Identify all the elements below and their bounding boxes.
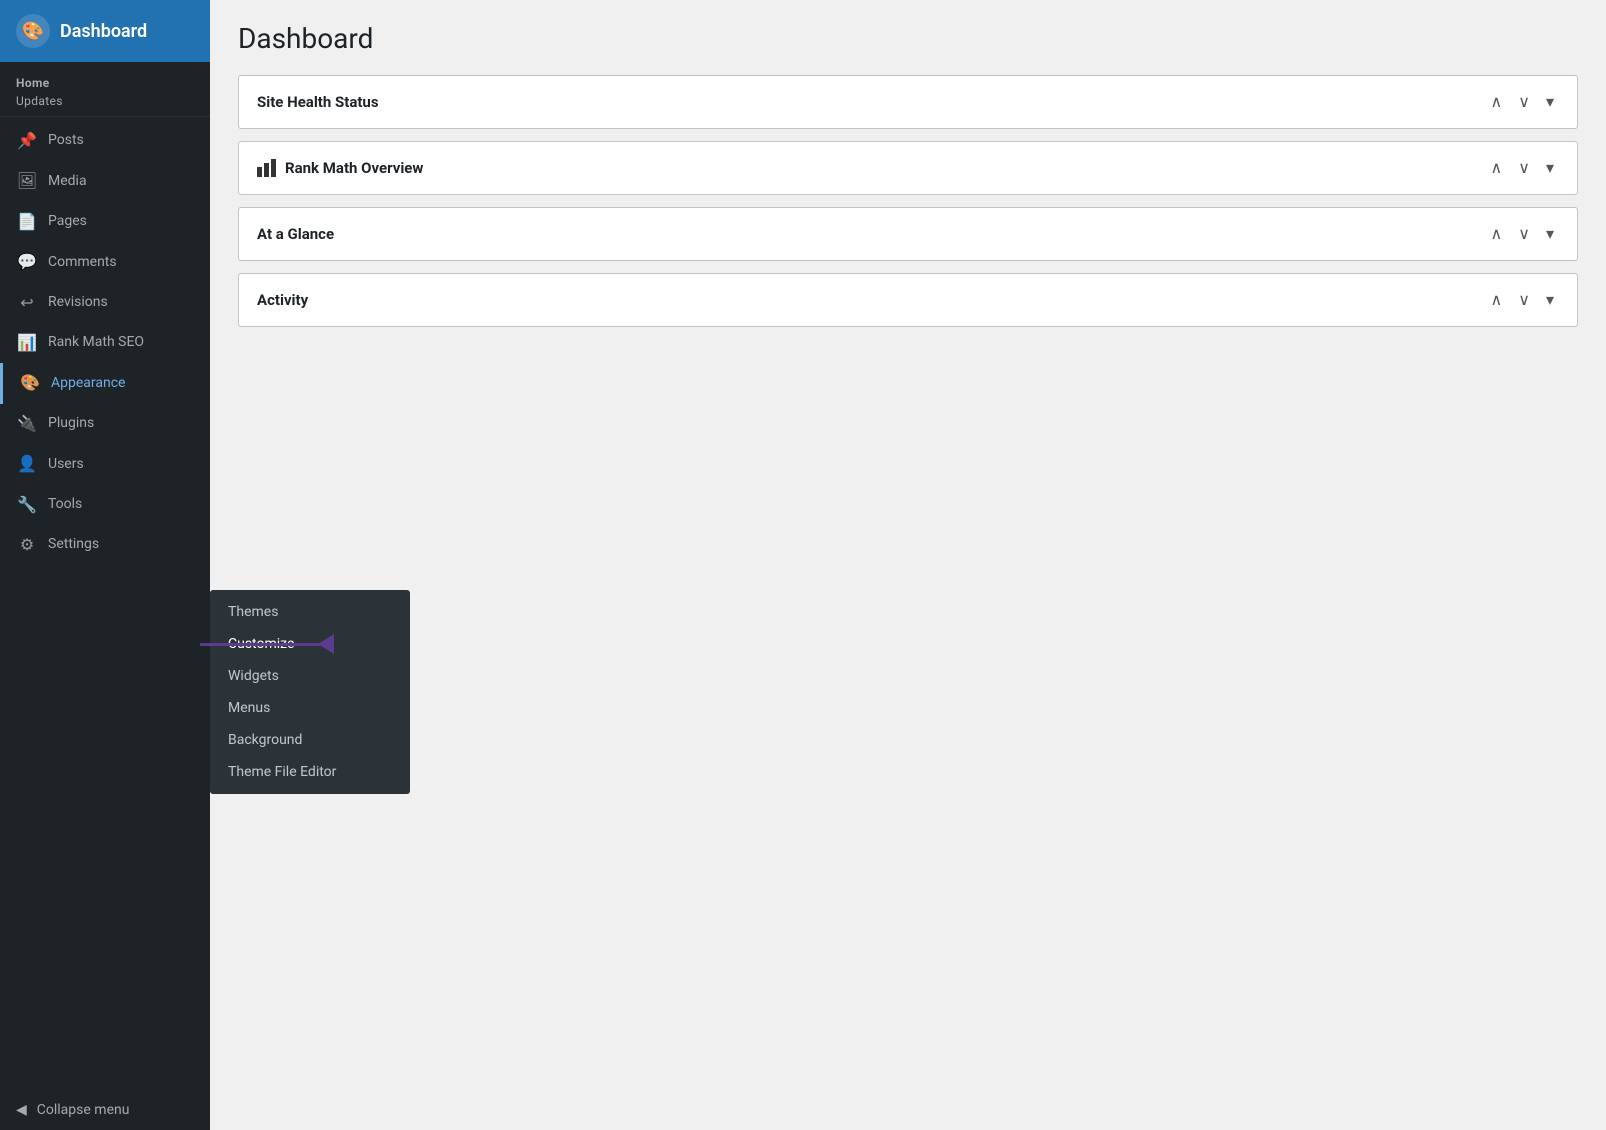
- submenu-item-customize[interactable]: Customize: [210, 628, 410, 660]
- submenu-item-background[interactable]: Background: [210, 724, 410, 756]
- sidebar-header[interactable]: 🎨 Dashboard: [0, 0, 210, 62]
- sidebar-item-users[interactable]: 👤 Users: [0, 444, 210, 484]
- collapse-menu[interactable]: ◀ Collapse menu: [0, 1090, 210, 1130]
- widget-down-btn[interactable]: ∨: [1513, 90, 1535, 114]
- sidebar-item-label: Pages: [48, 212, 87, 232]
- updates-label[interactable]: Updates: [16, 94, 194, 108]
- revisions-icon: ↩: [16, 292, 38, 314]
- widget-rank-math-title: Rank Math Overview: [257, 159, 423, 177]
- widget-at-a-glance-controls: ∧ ∨ ▾: [1486, 222, 1559, 246]
- widget-down-btn[interactable]: ∨: [1513, 222, 1535, 246]
- widget-at-a-glance-title: At a Glance: [257, 225, 334, 243]
- sidebar-item-rankmath[interactable]: 📊 Rank Math SEO: [0, 323, 210, 363]
- widget-up-btn[interactable]: ∧: [1486, 156, 1508, 180]
- widget-collapse-btn[interactable]: ▾: [1541, 156, 1559, 180]
- sidebar: 🎨 Dashboard Home Updates 📌 Posts 🖼 Media…: [0, 0, 210, 1130]
- sidebar-item-comments[interactable]: 💬 Comments: [0, 242, 210, 282]
- sidebar-item-label: Revisions: [48, 293, 108, 313]
- page-header: Dashboard: [210, 0, 1606, 65]
- widget-site-health-controls: ∧ ∨ ▾: [1486, 90, 1559, 114]
- widget-down-btn[interactable]: ∨: [1513, 288, 1535, 312]
- posts-icon: 📌: [16, 130, 38, 152]
- widget-collapse-btn[interactable]: ▾: [1541, 222, 1559, 246]
- rankmath-icon: 📊: [16, 332, 38, 354]
- sidebar-item-label: Users: [48, 455, 84, 475]
- sidebar-item-media[interactable]: 🖼 Media: [0, 161, 210, 201]
- widget-rank-math-controls: ∧ ∨ ▾: [1486, 156, 1559, 180]
- sidebar-item-revisions[interactable]: ↩ Revisions: [0, 283, 210, 323]
- rank-math-logo-icon: [257, 159, 279, 177]
- widget-activity-title: Activity: [257, 291, 308, 309]
- main-content: Dashboard Site Health Status ∧ ∨ ▾: [210, 0, 1606, 1130]
- widget-site-health-title: Site Health Status: [257, 93, 379, 111]
- sidebar-item-pages[interactable]: 📄 Pages: [0, 202, 210, 242]
- widget-activity-header: Activity ∧ ∨ ▾: [239, 274, 1577, 326]
- collapse-icon: ◀: [16, 1102, 27, 1118]
- widget-activity-controls: ∧ ∨ ▾: [1486, 288, 1559, 312]
- widget-at-a-glance-header: At a Glance ∧ ∨ ▾: [239, 208, 1577, 260]
- appearance-icon: 🎨: [19, 372, 41, 394]
- sidebar-item-label: Posts: [48, 131, 84, 151]
- widget-at-a-glance: At a Glance ∧ ∨ ▾: [238, 207, 1578, 261]
- appearance-submenu: Themes Customize Widgets Menus Backgroun…: [210, 590, 410, 794]
- sidebar-header-title: Dashboard: [60, 21, 147, 42]
- home-label[interactable]: Home: [16, 76, 194, 90]
- sidebar-item-plugins[interactable]: 🔌 Plugins: [0, 404, 210, 444]
- plugins-icon: 🔌: [16, 413, 38, 435]
- sidebar-item-label: Appearance: [51, 374, 125, 394]
- widget-down-btn[interactable]: ∨: [1513, 156, 1535, 180]
- sidebar-item-appearance[interactable]: 🎨 Appearance: [0, 363, 210, 403]
- media-icon: 🖼: [16, 170, 38, 192]
- submenu-item-themes[interactable]: Themes: [210, 596, 410, 628]
- sidebar-item-settings[interactable]: ⚙ Settings: [0, 525, 210, 565]
- collapse-label: Collapse menu: [37, 1102, 130, 1118]
- dashboard-widgets: Site Health Status ∧ ∨ ▾: [210, 65, 1606, 355]
- settings-icon: ⚙: [16, 534, 38, 556]
- widget-up-btn[interactable]: ∧: [1486, 90, 1508, 114]
- submenu-item-menus[interactable]: Menus: [210, 692, 410, 724]
- users-icon: 👤: [16, 453, 38, 475]
- widget-up-btn[interactable]: ∧: [1486, 288, 1508, 312]
- sidebar-item-label: Tools: [48, 495, 82, 515]
- sidebar-item-label: Settings: [48, 535, 99, 555]
- widget-collapse-btn[interactable]: ▾: [1541, 288, 1559, 312]
- widget-site-health-header: Site Health Status ∧ ∨ ▾: [239, 76, 1577, 128]
- sidebar-item-posts[interactable]: 📌 Posts: [0, 121, 210, 161]
- page-title: Dashboard: [238, 22, 1578, 55]
- widget-up-btn[interactable]: ∧: [1486, 222, 1508, 246]
- sidebar-item-label: Comments: [48, 253, 117, 273]
- tools-icon: 🔧: [16, 494, 38, 516]
- sidebar-section-home: Home Updates: [0, 62, 210, 112]
- widget-site-health: Site Health Status ∧ ∨ ▾: [238, 75, 1578, 129]
- widget-collapse-btn[interactable]: ▾: [1541, 90, 1559, 114]
- sidebar-item-tools[interactable]: 🔧 Tools: [0, 485, 210, 525]
- comments-icon: 💬: [16, 251, 38, 273]
- widget-activity: Activity ∧ ∨ ▾: [238, 273, 1578, 327]
- sidebar-item-label: Rank Math SEO: [48, 333, 144, 353]
- pages-icon: 📄: [16, 211, 38, 233]
- submenu-item-widgets[interactable]: Widgets: [210, 660, 410, 692]
- widget-rank-math-header: Rank Math Overview ∧ ∨ ▾: [239, 142, 1577, 194]
- wordpress-icon: 🎨: [16, 14, 50, 48]
- sidebar-item-label: Media: [48, 172, 87, 192]
- widget-rank-math: Rank Math Overview ∧ ∨ ▾: [238, 141, 1578, 195]
- submenu-item-theme-file-editor[interactable]: Theme File Editor: [210, 756, 410, 788]
- sidebar-item-label: Plugins: [48, 414, 94, 434]
